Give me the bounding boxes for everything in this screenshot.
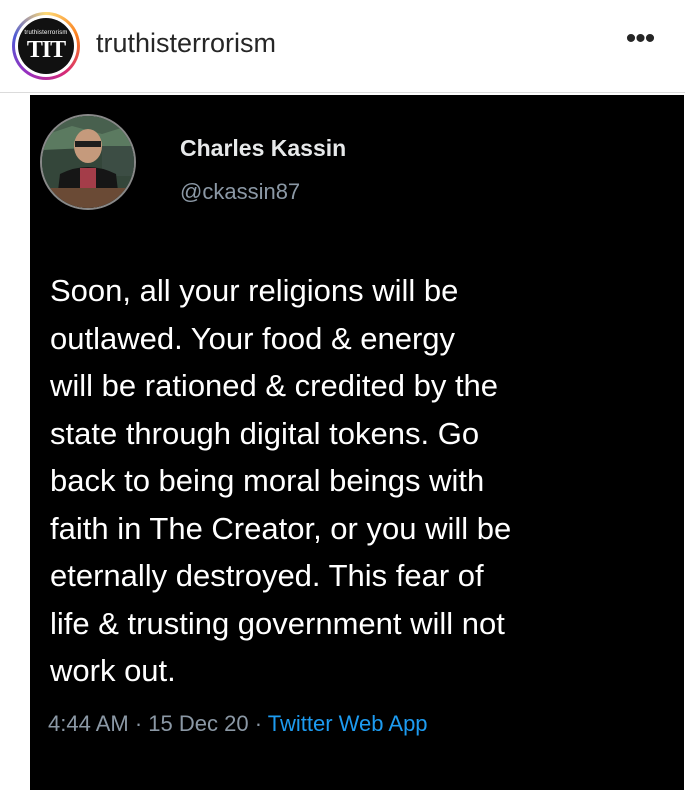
post-header: truthisterrorism TIT truthisterrorism ••…	[0, 0, 685, 92]
tit-logo: truthisterrorism TIT	[18, 18, 74, 74]
more-dots-icon[interactable]: •••	[620, 24, 660, 64]
tweet-author-avatar	[40, 114, 136, 210]
avatar-inner: truthisterrorism TIT	[15, 15, 77, 77]
account-avatar[interactable]: truthisterrorism TIT	[12, 12, 80, 80]
account-username[interactable]: truthisterrorism	[96, 28, 276, 59]
meta-separator: ·	[134, 711, 143, 736]
meta-separator: ·	[254, 711, 263, 736]
tweet-meta: 4:44 AM · 15 Dec 20 · Twitter Web App	[48, 711, 428, 737]
tweet-date: 15 Dec 20	[148, 711, 249, 736]
tweet-author-handle[interactable]: @ckassin87	[180, 179, 300, 205]
logo-big-text: TIT	[26, 37, 66, 63]
avatar-photo	[42, 116, 134, 208]
post-image[interactable]: Charles Kassin @ckassin87 Soon, all your…	[30, 95, 684, 790]
logo-small-text: truthisterrorism	[24, 30, 68, 36]
tweet-source-link[interactable]: Twitter Web App	[268, 711, 428, 736]
tweet-author-name[interactable]: Charles Kassin	[180, 135, 346, 162]
header-divider	[0, 92, 685, 93]
tweet-text: Soon, all your religions will be outlawe…	[50, 273, 512, 688]
tweet-time: 4:44 AM	[48, 711, 129, 736]
